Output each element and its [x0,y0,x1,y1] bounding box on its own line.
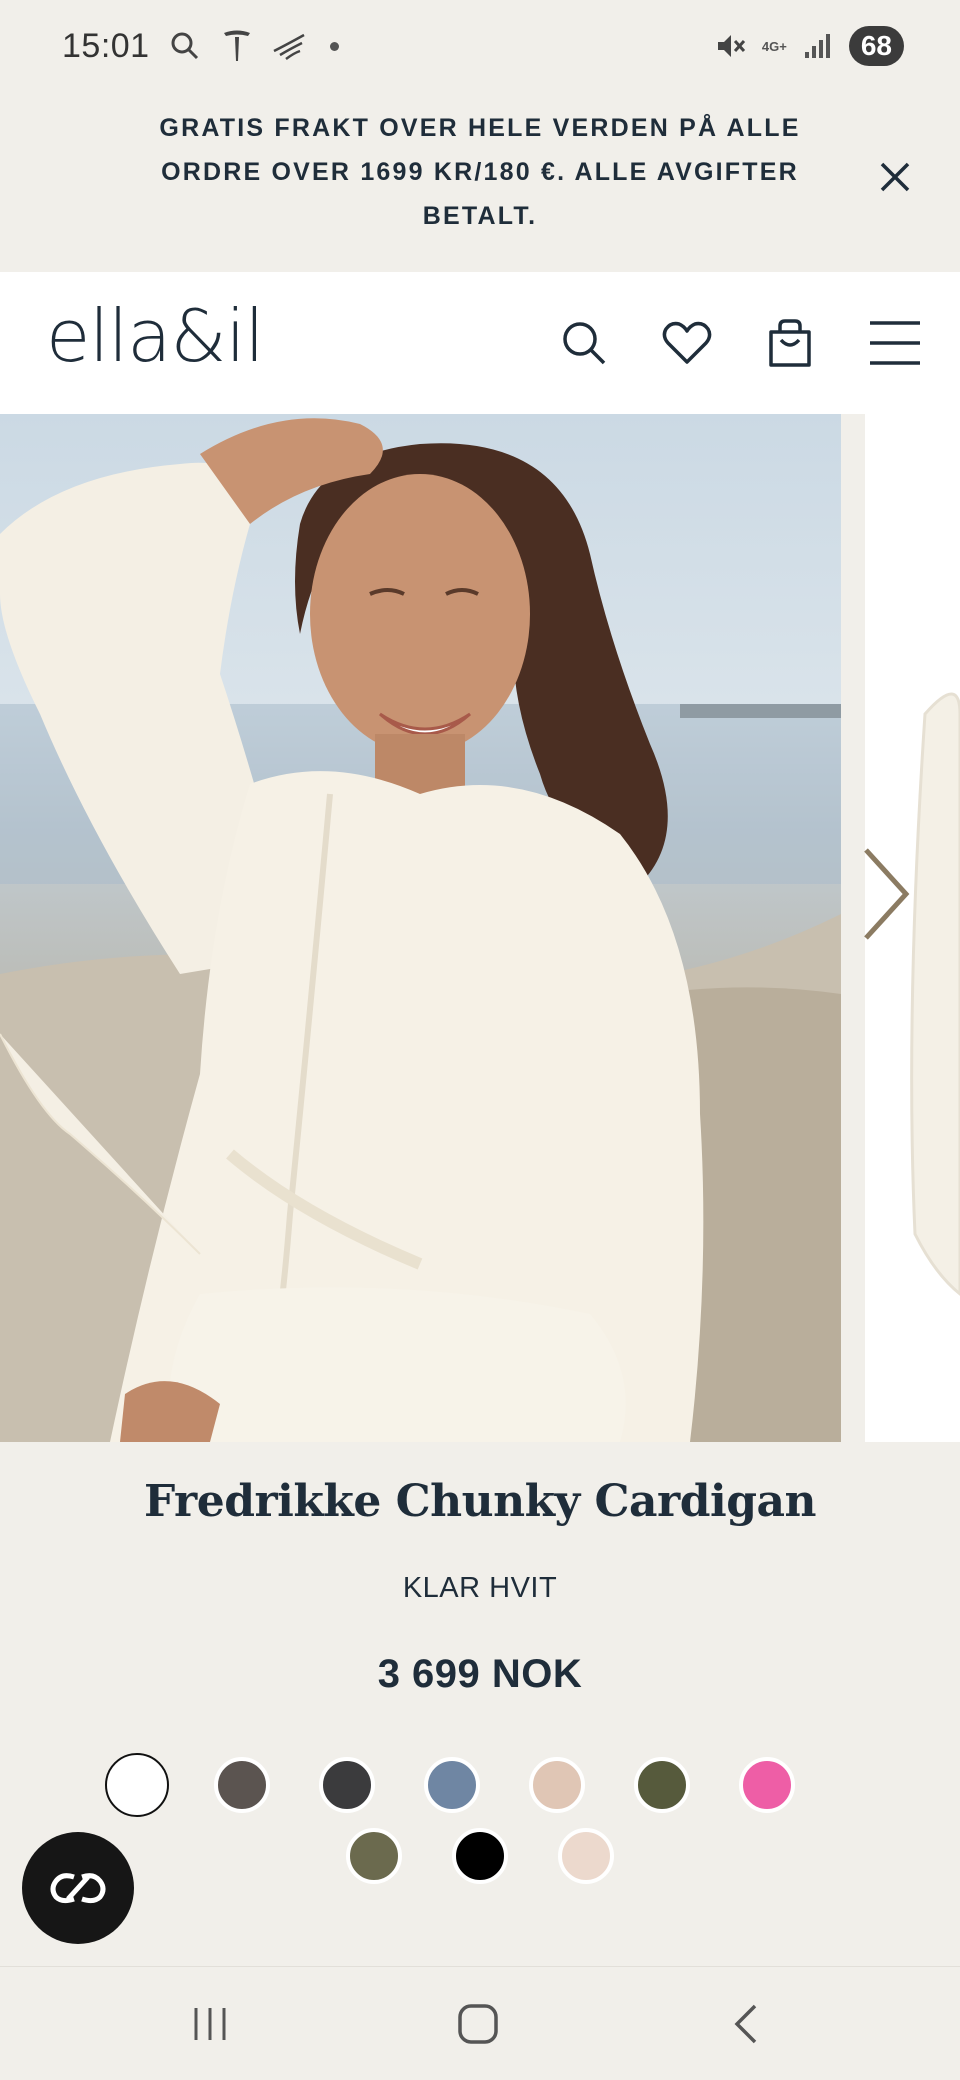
product-image-carousel[interactable] [0,414,960,1442]
heart-icon [662,321,712,364]
color-swatch[interactable] [529,1757,585,1813]
site-header: ella&il [0,272,960,414]
color-swatch[interactable] [634,1757,690,1813]
cart-button[interactable] [755,308,825,378]
battery-indicator: 68 [848,26,904,66]
chat-button[interactable] [22,1832,134,1944]
mute-icon [714,29,748,63]
search-icon [563,322,606,365]
announcement-close-button[interactable] [870,152,920,202]
menu-icon [870,321,920,365]
system-nav-bar [0,1966,960,2080]
logo[interactable]: ella&il [46,294,265,378]
cut-off-content [260,1956,700,1966]
recent-apps-icon [194,2008,226,2040]
color-swatch[interactable] [346,1828,402,1884]
wishlist-button[interactable] [652,308,722,378]
status-right: 4G+ 68 [714,26,904,66]
close-icon [880,162,910,192]
chat-logo-icon [50,1873,106,1904]
color-swatch[interactable] [739,1757,795,1813]
menu-button[interactable] [860,308,930,378]
tesla-icon [220,29,254,63]
announcement-banner: GRATIS FRAKT OVER HELE VERDEN PÅ ALLE OR… [0,92,960,272]
recent-apps-button[interactable] [170,1993,250,2055]
color-swatch[interactable] [105,1753,169,1817]
network-type: 4G+ [761,38,787,54]
announcement-text: GRATIS FRAKT OVER HELE VERDEN PÅ ALLE OR… [159,114,801,230]
product-color-name: KLAR HVIT [402,1572,558,1604]
notification-dot [329,41,339,51]
bag-icon [769,319,811,367]
color-swatch[interactable] [214,1757,270,1813]
status-bar: 15:01 4G+ 68 [0,0,960,92]
color-swatch[interactable] [424,1757,480,1813]
back-button[interactable] [706,1993,786,2055]
home-button[interactable] [438,1993,518,2055]
search-button[interactable] [549,308,619,378]
status-left: 15:01 [62,27,339,66]
home-icon [458,2004,498,2044]
signal-icon [801,29,835,63]
chevron-right-icon [864,848,910,940]
status-time: 15:01 [62,26,150,65]
search-status-icon [168,29,202,63]
carousel-next-button[interactable] [852,834,922,954]
color-swatch[interactable] [319,1757,375,1813]
product-price: 3 699 NOK [377,1652,583,1696]
model-wearing-cardigan-image [0,418,841,1442]
color-swatch[interactable] [558,1828,614,1884]
color-swatch[interactable] [452,1828,508,1884]
back-icon [734,2004,757,2044]
product-title: Fredrikke Chunky Cardigan [144,1476,816,1527]
product-photo [0,414,841,1442]
bird-icon [272,29,306,63]
